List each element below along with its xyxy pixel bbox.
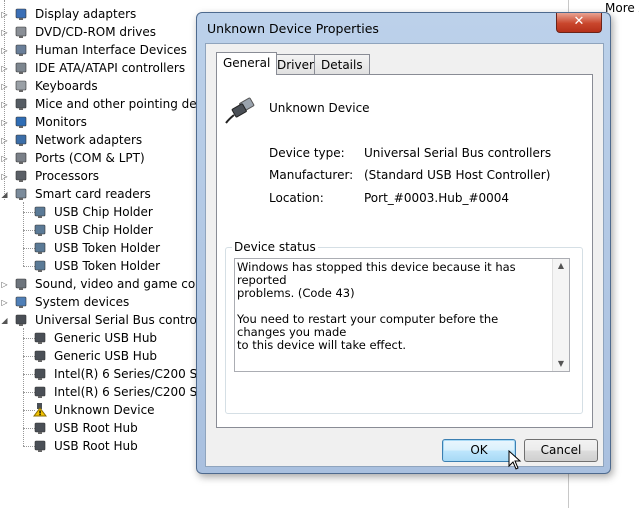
usb-icon bbox=[33, 331, 47, 345]
expand-arrow-icon[interactable]: ▷ bbox=[0, 10, 9, 19]
tree-item-label: USB Token Holder bbox=[54, 241, 161, 255]
expand-arrow-icon[interactable]: ▷ bbox=[0, 100, 9, 109]
processor-icon bbox=[14, 169, 28, 183]
usb-icon bbox=[33, 385, 47, 399]
dialog-client: General Driver Details Unknown Device De… bbox=[205, 43, 604, 467]
tree-item-label: Display adapters bbox=[35, 7, 137, 21]
expand-arrow-icon[interactable]: ▷ bbox=[0, 82, 9, 91]
tree-item-label: USB Chip Holder bbox=[54, 205, 153, 219]
expand-arrow-icon[interactable]: ▷ bbox=[0, 46, 9, 55]
system-icon bbox=[14, 295, 28, 309]
tree-item-label: USB Chip Holder bbox=[54, 223, 153, 237]
manufacturer-label: Manufacturer: bbox=[269, 168, 354, 182]
tree-item-label: Generic USB Hub bbox=[54, 331, 158, 345]
device-type-label: Device type: bbox=[269, 146, 345, 160]
tree-item-label: USB Root Hub bbox=[54, 439, 138, 453]
collapse-arrow-icon[interactable]: ◢ bbox=[0, 190, 9, 199]
tree-item-label: Network adapters bbox=[35, 133, 143, 147]
smartcard-device-icon bbox=[33, 223, 47, 237]
tree-item-label: DVD/CD-ROM drives bbox=[35, 25, 157, 39]
cancel-button[interactable]: Cancel bbox=[524, 439, 598, 462]
scroll-down-icon[interactable]: ▼ bbox=[553, 357, 569, 371]
device-status-group: Device status Windows has stopped this d… bbox=[225, 240, 583, 414]
manufacturer-value: (Standard USB Host Controller) bbox=[364, 168, 551, 182]
tree-item-label: Ports (COM & LPT) bbox=[35, 151, 145, 165]
ide-icon bbox=[14, 61, 28, 75]
smartcard-device-icon bbox=[33, 259, 47, 273]
expand-arrow-icon[interactable]: ▷ bbox=[0, 118, 9, 127]
ok-button[interactable]: OK bbox=[442, 439, 516, 462]
usb-icon bbox=[33, 439, 47, 453]
hid-icon bbox=[14, 43, 28, 57]
tree-item-label: USB Root Hub bbox=[54, 421, 138, 435]
usb-device-icon bbox=[225, 97, 255, 124]
tree-item-label: Unknown Device bbox=[54, 403, 155, 417]
tree-item-label: USB Token Holder bbox=[54, 259, 161, 273]
warning-icon bbox=[33, 403, 47, 417]
close-button[interactable]: ✕ bbox=[556, 13, 602, 33]
expand-arrow-icon[interactable]: ▷ bbox=[0, 28, 9, 37]
device-status-legend: Device status bbox=[232, 240, 318, 254]
tab-general[interactable]: General bbox=[216, 52, 278, 75]
tab-details[interactable]: Details bbox=[314, 54, 370, 75]
tree-item-label: System devices bbox=[35, 295, 130, 309]
expand-arrow-icon[interactable]: ▷ bbox=[0, 64, 9, 73]
device-status-text: Windows has stopped this device because … bbox=[237, 260, 516, 352]
tree-item-label: Keyboards bbox=[35, 79, 98, 93]
device-status-textbox[interactable]: Windows has stopped this device because … bbox=[234, 258, 570, 372]
device-type-value: Universal Serial Bus controllers bbox=[364, 146, 552, 160]
tree-item-label: IDE ATA/ATAPI controllers bbox=[35, 61, 186, 75]
status-scrollbar[interactable]: ▲ ▼ bbox=[552, 259, 569, 371]
collapse-arrow-icon[interactable]: ◢ bbox=[0, 316, 9, 325]
port-icon bbox=[14, 151, 28, 165]
keyboard-icon bbox=[14, 79, 28, 93]
expand-arrow-icon[interactable]: ▷ bbox=[0, 172, 9, 181]
dialog-title: Unknown Device Properties bbox=[207, 21, 379, 36]
general-tab-panel: Unknown Device Device type: Universal Se… bbox=[216, 74, 593, 428]
tree-item-label: Universal Serial Bus controllers bbox=[35, 313, 223, 327]
expand-arrow-icon[interactable]: ▷ bbox=[0, 136, 9, 145]
display-icon bbox=[14, 7, 28, 21]
sound-icon bbox=[14, 277, 28, 291]
usb-icon bbox=[14, 313, 28, 327]
tree-item-label: Smart card readers bbox=[35, 187, 151, 201]
more-actions-link[interactable]: More A bbox=[605, 1, 639, 15]
properties-dialog: Unknown Device Properties ✕ General Driv… bbox=[196, 12, 611, 474]
smartcard-device-icon bbox=[33, 241, 47, 255]
expand-arrow-icon[interactable]: ▷ bbox=[0, 280, 9, 289]
dvd-icon bbox=[14, 25, 28, 39]
monitor-icon bbox=[14, 115, 28, 129]
expand-arrow-icon[interactable]: ▷ bbox=[0, 154, 9, 163]
tree-item-label: Monitors bbox=[35, 115, 87, 129]
smartcard-device-icon bbox=[33, 205, 47, 219]
location-value: Port_#0003.Hub_#0004 bbox=[364, 191, 510, 205]
device-name: Unknown Device bbox=[269, 101, 370, 115]
smartcard-icon bbox=[14, 187, 28, 201]
tree-item-label: Processors bbox=[35, 169, 100, 183]
usb-icon bbox=[33, 367, 47, 381]
usb-icon bbox=[33, 349, 47, 363]
network-icon bbox=[14, 133, 28, 147]
usb-icon bbox=[33, 421, 47, 435]
mouse-icon bbox=[14, 97, 28, 111]
tree-item-label: Human Interface Devices bbox=[35, 43, 187, 57]
tree-item-label: Generic USB Hub bbox=[54, 349, 158, 363]
device-tree: ▷ Display adapters ▷ DVD/CD-ROM drives ▷ Huma… bbox=[0, 0, 245, 508]
expand-arrow-icon[interactable]: ▷ bbox=[0, 298, 9, 307]
scroll-up-icon[interactable]: ▲ bbox=[553, 259, 569, 273]
location-label: Location: bbox=[269, 191, 324, 205]
mouse-cursor-icon bbox=[508, 450, 522, 470]
